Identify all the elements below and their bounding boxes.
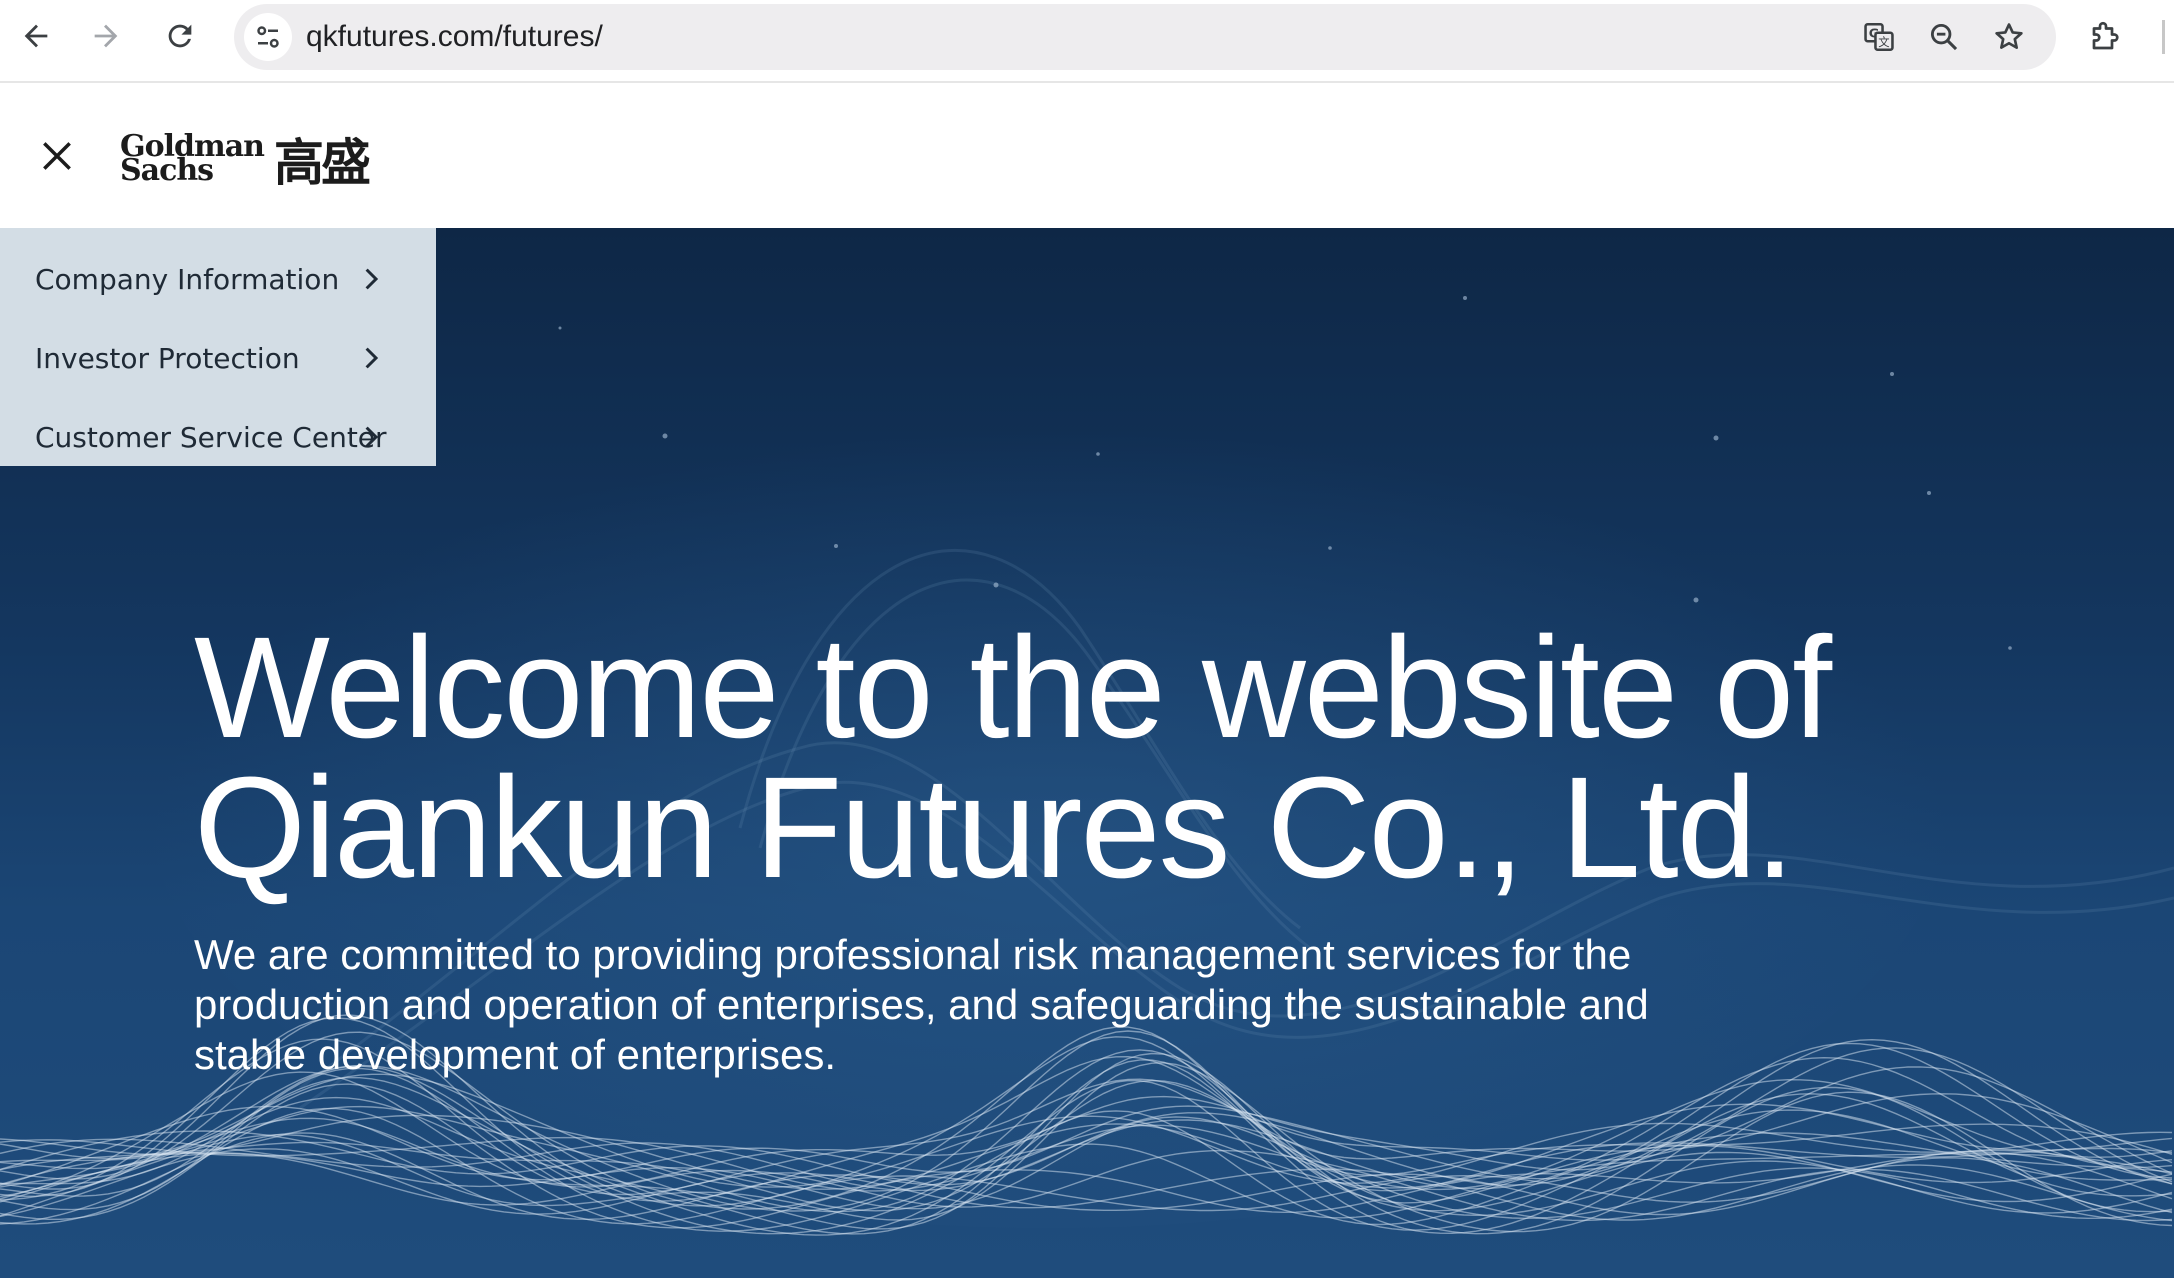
hero-title-line1: Welcome to the website of bbox=[194, 607, 1832, 768]
browser-toolbar: qkfutures.com/futures/ G 文 bbox=[0, 0, 2174, 83]
menu-item-investor-protection[interactable]: Investor Protection bbox=[0, 319, 436, 398]
logo-chinese: 高盛 bbox=[274, 133, 371, 192]
reload-button[interactable] bbox=[154, 10, 206, 62]
star-icon bbox=[1995, 23, 2023, 49]
toolbar-divider bbox=[2162, 20, 2165, 54]
extensions-button[interactable] bbox=[2084, 14, 2128, 58]
menu-item-customer-service-center[interactable]: Customer Service Center bbox=[0, 398, 436, 477]
logo-english: Goldman Sachs bbox=[120, 132, 265, 188]
translate-icon: G 文 bbox=[1864, 22, 1894, 52]
menu-item-label: Company Information bbox=[35, 263, 340, 296]
menu-item-label: Investor Protection bbox=[35, 342, 300, 375]
arrow-right-icon bbox=[94, 24, 118, 48]
hero-title: Welcome to the website of Qiankun Future… bbox=[194, 616, 2094, 900]
svg-text:文: 文 bbox=[1878, 35, 1889, 49]
puzzle-icon bbox=[2092, 21, 2119, 50]
bookmark-button[interactable] bbox=[1988, 16, 2030, 58]
close-icon bbox=[43, 142, 71, 170]
hero-subtitle: We are committed to providing profession… bbox=[194, 931, 1649, 1078]
url-text[interactable]: qkfutures.com/futures/ bbox=[306, 4, 603, 70]
back-button[interactable] bbox=[10, 10, 62, 62]
tune-icon bbox=[257, 26, 279, 48]
goldman-sachs-logo[interactable]: Goldman Sachs 高盛 bbox=[120, 127, 371, 193]
translate-button[interactable]: G 文 bbox=[1858, 16, 1900, 58]
nav-dropdown-menu: Company Information Investor Protection … bbox=[0, 228, 436, 466]
menu-item-label: Customer Service Center bbox=[35, 421, 387, 454]
arrow-left-icon bbox=[24, 24, 48, 48]
chevron-right-icon bbox=[365, 268, 379, 290]
forward-button[interactable] bbox=[80, 10, 132, 62]
reload-icon bbox=[168, 24, 192, 48]
site-header: Goldman Sachs 高盛 bbox=[0, 83, 2174, 228]
hero-title-line2: Qiankun Futures Co., Ltd. bbox=[194, 747, 1795, 908]
zoom-out-icon bbox=[1930, 23, 1958, 51]
zoom-button[interactable] bbox=[1923, 16, 1965, 58]
menu-item-company-information[interactable]: Company Information bbox=[0, 240, 436, 319]
logo-line2: Sachs bbox=[120, 153, 214, 188]
chevron-right-icon bbox=[365, 347, 379, 369]
address-bar[interactable]: qkfutures.com/futures/ G 文 bbox=[234, 4, 2056, 70]
chevron-right-icon bbox=[365, 426, 379, 448]
close-menu-button[interactable] bbox=[34, 133, 80, 179]
site-info-button[interactable] bbox=[244, 13, 292, 61]
